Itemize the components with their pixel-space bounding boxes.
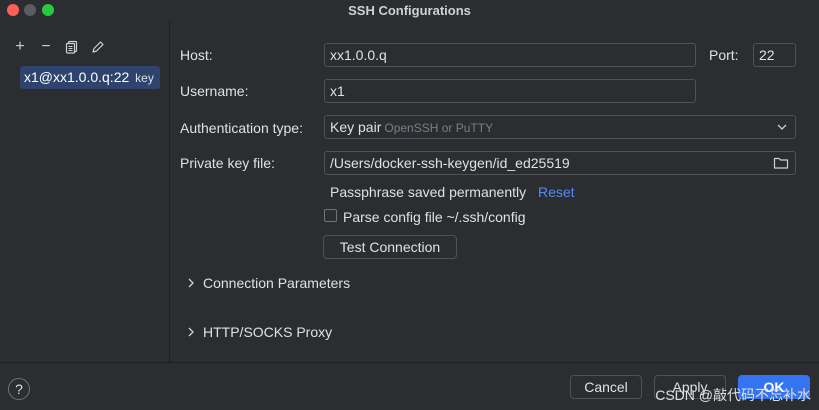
private-key-label: Private key file: (180, 155, 275, 171)
cancel-button[interactable]: Cancel (570, 375, 642, 399)
sidebar: + − x1@xx1.0.0.q:22 key (0, 22, 170, 362)
private-key-value: /Users/docker-ssh-keygen/id_ed25519 (330, 155, 570, 171)
test-connection-button[interactable]: Test Connection (323, 235, 457, 259)
host-field[interactable]: xx1.0.0.q (324, 43, 696, 67)
auth-type-select[interactable]: Key pair OpenSSH or PuTTY (324, 115, 796, 139)
window-title: SSH Configurations (348, 3, 471, 18)
dialog-footer: ? Cancel Apply OK CSDN @敲代码不忘补水 (0, 362, 819, 410)
connection-parameters-label: Connection Parameters (203, 275, 351, 291)
chevron-right-icon (188, 278, 194, 288)
main-panel: Host: xx1.0.0.q Port: 22 Username: x1 Au… (171, 22, 819, 362)
port-label: Port: (709, 47, 739, 63)
config-item-label: x1@xx1.0.0.q:22 (24, 69, 130, 85)
username-field[interactable]: x1 (324, 79, 696, 103)
minus-icon[interactable]: − (38, 39, 54, 55)
plus-icon[interactable]: + (12, 39, 28, 55)
help-button[interactable]: ? (8, 378, 30, 400)
edit-icon[interactable] (90, 39, 106, 55)
host-label: Host: (180, 47, 213, 63)
folder-icon[interactable] (773, 156, 789, 170)
private-key-field[interactable]: /Users/docker-ssh-keygen/id_ed25519 (324, 151, 796, 175)
parse-config-label[interactable]: Parse config file ~/.ssh/config (343, 209, 526, 225)
watermark: CSDN @敲代码不忘补水 (655, 387, 811, 403)
chevron-down-icon (777, 124, 787, 130)
passphrase-status: Passphrase saved permanently Reset (330, 184, 575, 200)
reset-link[interactable]: Reset (538, 184, 575, 200)
parse-config-checkbox[interactable] (324, 209, 337, 222)
copy-icon[interactable] (64, 39, 80, 55)
sidebar-toolbar: + − (12, 39, 106, 55)
title-bar: SSH Configurations (0, 0, 819, 22)
proxy-label: HTTP/SOCKS Proxy (203, 324, 333, 340)
sidebar-item-ssh-config[interactable]: x1@xx1.0.0.q:22 key (20, 66, 160, 89)
username-label: Username: (180, 83, 249, 99)
passphrase-text: Passphrase saved permanently (330, 184, 527, 200)
port-field[interactable]: 22 (753, 43, 796, 67)
config-item-tag: key (135, 71, 154, 85)
auth-type-hint: OpenSSH or PuTTY (384, 121, 494, 135)
auth-type-label: Authentication type: (180, 120, 303, 136)
chevron-right-icon (188, 327, 194, 337)
connection-parameters-section[interactable]: Connection Parameters (187, 275, 350, 291)
proxy-section[interactable]: HTTP/SOCKS Proxy (187, 324, 332, 340)
auth-type-value: Key pair (330, 119, 382, 135)
